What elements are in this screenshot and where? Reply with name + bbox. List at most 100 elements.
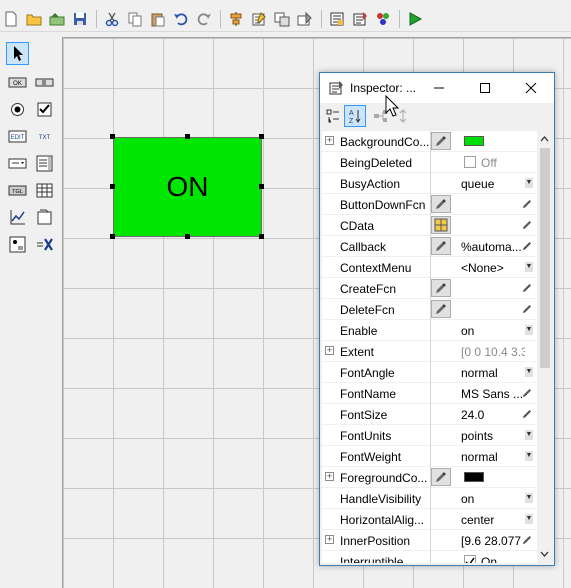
- table-tool[interactable]: [33, 179, 56, 202]
- property-checkbox[interactable]: [464, 156, 476, 168]
- property-value-cell[interactable]: <None> ▼: [430, 257, 537, 278]
- property-value-cell[interactable]: [430, 131, 537, 152]
- property-row[interactable]: CData: [322, 215, 537, 236]
- paint-icon[interactable]: [431, 300, 451, 318]
- dropdown-arrow-icon[interactable]: ▼: [525, 262, 533, 272]
- button-group-tool[interactable]: [6, 233, 29, 256]
- paint-icon[interactable]: [431, 279, 451, 297]
- resize-handle[interactable]: [185, 134, 190, 139]
- maximize-button[interactable]: [462, 73, 508, 103]
- run-icon[interactable]: [404, 8, 426, 30]
- static-text-tool[interactable]: TXT: [33, 125, 56, 148]
- property-row[interactable]: FontWeight normal ▼: [322, 446, 537, 467]
- dropdown-arrow-icon[interactable]: ▼: [525, 514, 533, 524]
- minimize-button[interactable]: [416, 73, 462, 103]
- resize-handle[interactable]: [259, 234, 264, 239]
- expand-property-icon[interactable]: +: [325, 136, 334, 145]
- property-row[interactable]: BusyAction queue ▼: [322, 173, 537, 194]
- paint-icon[interactable]: [431, 468, 451, 486]
- save-icon[interactable]: [69, 8, 91, 30]
- property-value-cell[interactable]: %automa...: [430, 236, 537, 257]
- inspector-scrollbar[interactable]: [537, 131, 552, 563]
- activex-control-tool[interactable]: [33, 233, 56, 256]
- property-value-cell[interactable]: [430, 194, 537, 215]
- scroll-thumb[interactable]: [540, 148, 550, 368]
- cut-icon[interactable]: [101, 8, 123, 30]
- undo-icon[interactable]: [170, 8, 192, 30]
- property-value-cell[interactable]: queue ▼: [430, 173, 537, 194]
- menu-editor-icon[interactable]: [248, 8, 270, 30]
- redo-icon[interactable]: [193, 8, 215, 30]
- property-value-cell[interactable]: [430, 299, 537, 320]
- property-value-cell[interactable]: MS Sans ...: [430, 383, 537, 404]
- property-row[interactable]: + InnerPosition [9.6 28.077 3...: [322, 530, 537, 551]
- panel-tool[interactable]: [33, 206, 56, 229]
- property-value-cell[interactable]: On: [430, 551, 537, 563]
- paste-icon[interactable]: [147, 8, 169, 30]
- property-row[interactable]: HandleVisibility on ▼: [322, 488, 537, 509]
- property-row[interactable]: Interruptible On: [322, 551, 537, 563]
- scroll-up-icon[interactable]: [540, 135, 549, 144]
- toggle-button-tool[interactable]: TGL: [6, 179, 29, 202]
- paint-icon[interactable]: [431, 237, 451, 255]
- property-value-cell[interactable]: [0 0 10.4 3.38...: [430, 341, 537, 362]
- check-box-tool[interactable]: [33, 98, 56, 121]
- property-row[interactable]: Callback %automa...: [322, 236, 537, 257]
- open-icon[interactable]: [23, 8, 45, 30]
- toolbar-editor-icon[interactable]: [294, 8, 316, 30]
- property-checkbox[interactable]: [464, 555, 476, 563]
- property-row[interactable]: FontAngle normal ▼: [322, 362, 537, 383]
- dropdown-arrow-icon[interactable]: ▼: [525, 178, 533, 188]
- dropdown-arrow-icon[interactable]: ▼: [525, 325, 533, 335]
- property-row[interactable]: ButtonDownFcn: [322, 194, 537, 215]
- color-swatch[interactable]: [464, 136, 484, 146]
- popup-menu-tool[interactable]: [6, 152, 29, 175]
- property-value-cell[interactable]: 24.0: [430, 404, 537, 425]
- listbox-tool[interactable]: [33, 152, 56, 175]
- m-file-editor-icon[interactable]: [326, 8, 348, 30]
- property-row[interactable]: DeleteFcn: [322, 299, 537, 320]
- scroll-down-icon[interactable]: [540, 549, 549, 558]
- expand-property-icon[interactable]: +: [325, 535, 334, 544]
- slider-tool[interactable]: [33, 71, 56, 94]
- dropdown-arrow-icon[interactable]: ▼: [525, 367, 533, 377]
- new-icon[interactable]: [0, 8, 22, 30]
- resize-handle[interactable]: [259, 134, 264, 139]
- push-button-tool[interactable]: OK: [6, 71, 29, 94]
- property-row[interactable]: BeingDeleted Off: [322, 152, 537, 173]
- toggle-button-on[interactable]: ON: [113, 137, 262, 237]
- property-value-cell[interactable]: [9.6 28.077 3...: [430, 530, 537, 551]
- property-value-cell[interactable]: points ▼: [430, 425, 537, 446]
- edit-text-tool[interactable]: EDIT: [6, 125, 29, 148]
- align-icon[interactable]: [225, 8, 247, 30]
- tab-order-icon[interactable]: [271, 8, 293, 30]
- property-row[interactable]: FontSize 24.0: [322, 404, 537, 425]
- object-browser-icon[interactable]: [372, 8, 394, 30]
- property-value-cell[interactable]: [430, 467, 537, 488]
- property-value-cell[interactable]: center ▼: [430, 509, 537, 530]
- dropdown-arrow-icon[interactable]: ▼: [525, 493, 533, 503]
- property-row[interactable]: CreateFcn: [322, 278, 537, 299]
- resize-handle[interactable]: [110, 234, 115, 239]
- property-row[interactable]: + BackgroundCo...: [322, 131, 537, 152]
- property-row[interactable]: ContextMenu <None> ▼: [322, 257, 537, 278]
- dropdown-arrow-icon[interactable]: ▼: [525, 430, 533, 440]
- close-button[interactable]: [508, 73, 554, 103]
- copy-icon[interactable]: [124, 8, 146, 30]
- color-swatch[interactable]: [464, 472, 484, 482]
- property-value-cell[interactable]: [430, 215, 537, 236]
- paint-icon[interactable]: [431, 195, 451, 213]
- property-row[interactable]: FontUnits points ▼: [322, 425, 537, 446]
- expand-property-icon[interactable]: +: [325, 346, 334, 355]
- property-inspector-icon[interactable]: [349, 8, 371, 30]
- property-value-cell[interactable]: on ▼: [430, 488, 537, 509]
- property-row[interactable]: HorizontalAlig... center ▼: [322, 509, 537, 530]
- property-row[interactable]: + ForegroundCo...: [322, 467, 537, 488]
- expand-property-icon[interactable]: +: [325, 472, 334, 481]
- property-value-cell[interactable]: [430, 278, 537, 299]
- axes-tool[interactable]: [6, 206, 29, 229]
- property-value-cell[interactable]: Off: [430, 152, 537, 173]
- radio-button-tool[interactable]: [6, 98, 29, 121]
- resize-handle[interactable]: [110, 184, 115, 189]
- categorized-view-button[interactable]: [322, 105, 344, 127]
